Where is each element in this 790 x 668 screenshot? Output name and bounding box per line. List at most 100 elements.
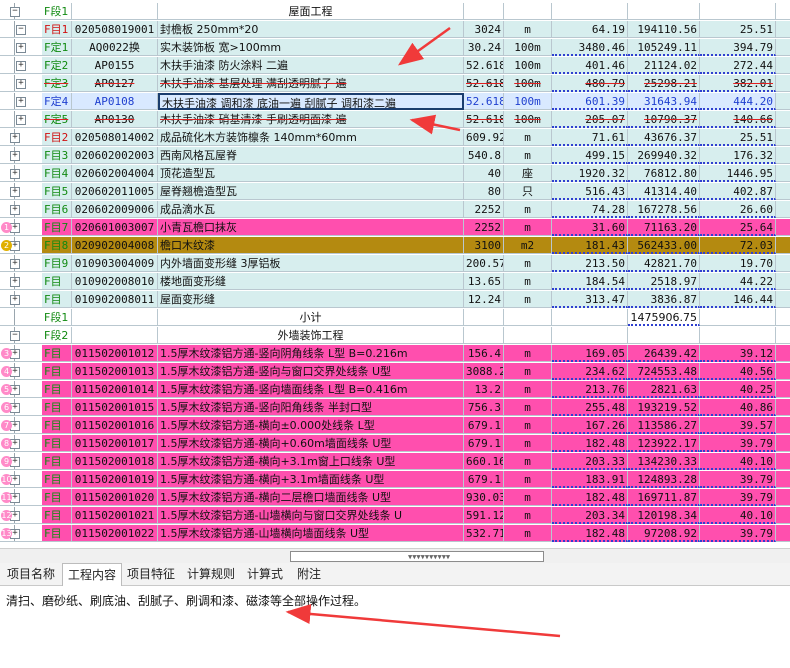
group-row[interactable]: − F段2 外墙装饰工程 xyxy=(0,327,790,345)
unit-cell[interactable]: m xyxy=(504,507,552,524)
table-row[interactable]: +10 F目 011502001019 1.5厚木纹漆铝方通-横向+3.1m墙面线条 … xyxy=(0,471,790,489)
total-cell[interactable]: 1475906.75 xyxy=(628,309,700,326)
expand-icon[interactable]: + xyxy=(10,133,20,143)
name-cell[interactable]: 1.5厚木纹漆铝方通-竖向与窗口交界处线条 U型 xyxy=(158,363,464,380)
type-cell[interactable]: F目8 xyxy=(42,237,72,254)
expand-icon[interactable]: + xyxy=(16,115,26,125)
unit-cell[interactable]: 100m xyxy=(504,57,552,74)
tree-toggle[interactable]: + xyxy=(0,147,42,164)
name-cell[interactable]: 楼地面变形缝 xyxy=(158,273,464,290)
unit-price-cell[interactable]: 401.46 xyxy=(552,57,628,74)
table-row[interactable]: +4 F目 011502001013 1.5厚木纹漆铝方通-竖向与窗口交界处线条 U型… xyxy=(0,363,790,381)
total-cell[interactable]: 269940.32 xyxy=(628,147,700,164)
code-cell[interactable]: 020602002003 xyxy=(72,147,158,164)
code-cell[interactable]: 011502001017 xyxy=(72,435,158,452)
unit-price-cell[interactable]: 64.19 xyxy=(552,21,628,38)
expand-icon[interactable]: + xyxy=(16,97,26,107)
unit-cell[interactable]: m xyxy=(504,381,552,398)
unit-price-cell[interactable]: 213.50 xyxy=(552,255,628,272)
code-cell[interactable]: 011502001021 xyxy=(72,507,158,524)
extra-cell[interactable]: 25.64 xyxy=(700,219,776,236)
collapse-icon[interactable]: − xyxy=(10,331,20,341)
table-row[interactable]: + F目4 020602004004 顶花造型瓦 40 座 1920.32 76812.80 1… xyxy=(0,165,790,183)
unit-price-cell[interactable]: 499.15 xyxy=(552,147,628,164)
extra-cell[interactable]: 40.10 xyxy=(700,453,776,470)
unit-cell[interactable]: 100m xyxy=(504,75,552,92)
quantity-cell[interactable]: 540.8 xyxy=(464,147,504,164)
type-cell[interactable]: F目9 xyxy=(42,255,72,272)
quantity-cell[interactable]: 52.618 xyxy=(464,111,504,128)
code-cell[interactable]: AP0108 xyxy=(72,93,158,110)
tree-toggle[interactable]: +2 xyxy=(0,237,42,254)
collapse-icon[interactable]: − xyxy=(10,7,20,17)
quantity-cell[interactable]: 679.1 xyxy=(464,435,504,452)
tree-toggle[interactable]: +7 xyxy=(0,417,42,434)
unit-price-cell[interactable]: 203.34 xyxy=(552,507,628,524)
unit-price-cell[interactable]: 313.47 xyxy=(552,291,628,308)
tree-toggle[interactable]: +5 xyxy=(0,381,42,398)
code-cell[interactable]: 011502001020 xyxy=(72,489,158,506)
tree-toggle[interactable]: +6 xyxy=(0,399,42,416)
extra-cell[interactable]: 39.79 xyxy=(700,489,776,506)
extra-cell[interactable] xyxy=(700,3,776,20)
quantity-cell[interactable]: 930.03 xyxy=(464,489,504,506)
tree-toggle[interactable]: + xyxy=(0,291,42,308)
quantity-cell[interactable]: 2252 xyxy=(464,201,504,218)
type-cell[interactable]: F目 xyxy=(42,435,72,452)
extra-cell[interactable]: 40.25 xyxy=(700,381,776,398)
total-cell[interactable]: 42821.70 xyxy=(628,255,700,272)
type-cell[interactable]: F段1 xyxy=(42,3,72,20)
tree-toggle[interactable]: + xyxy=(0,129,42,146)
group-row[interactable]: − F段1 屋面工程 xyxy=(0,3,790,21)
tree-toggle[interactable]: + xyxy=(0,183,42,200)
quantity-cell[interactable]: 200.57 xyxy=(464,255,504,272)
table-row[interactable]: + F目9 010903004009 内外墙面变形缝 3厚铝板 200.57 m 213.5… xyxy=(0,255,790,273)
quantity-cell[interactable]: 2252 xyxy=(464,219,504,236)
tree-toggle[interactable]: − xyxy=(0,327,42,344)
type-cell[interactable]: F定1 xyxy=(42,39,72,56)
expand-icon[interactable]: + xyxy=(10,151,20,161)
name-cell[interactable]: 小青瓦檐口抹灰 xyxy=(158,219,464,236)
quantity-cell[interactable]: 52.618 xyxy=(464,93,504,110)
unit-price-cell[interactable]: 167.26 xyxy=(552,417,628,434)
name-cell[interactable]: 屋面变形缝 xyxy=(158,291,464,308)
extra-cell[interactable]: 40.86 xyxy=(700,399,776,416)
tree-toggle[interactable]: − xyxy=(0,3,42,20)
total-cell[interactable]: 562433.00 xyxy=(628,237,700,254)
total-cell[interactable]: 3836.87 xyxy=(628,291,700,308)
table-row[interactable]: + F目 010902008011 屋面变形缝 12.24 m 313.47 3836.87 1… xyxy=(0,291,790,309)
tree-toggle[interactable]: + xyxy=(0,111,42,128)
unit-price-cell[interactable]: 182.48 xyxy=(552,489,628,506)
total-cell[interactable]: 134230.33 xyxy=(628,453,700,470)
tree-toggle[interactable]: +8 xyxy=(0,435,42,452)
quantity-cell[interactable]: 52.618 xyxy=(464,75,504,92)
quantity-cell[interactable]: 52.618 xyxy=(464,57,504,74)
total-cell[interactable]: 10790.37 xyxy=(628,111,700,128)
extra-cell[interactable]: 140.66 xyxy=(700,111,776,128)
code-cell[interactable] xyxy=(72,3,158,20)
unit-price-cell[interactable]: 255.48 xyxy=(552,399,628,416)
extra-cell[interactable]: 40.56 xyxy=(700,363,776,380)
unit-cell[interactable]: 座 xyxy=(504,165,552,182)
tree-toggle[interactable]: +4 xyxy=(0,363,42,380)
table-row[interactable]: + F目5 020602011005 屋脊翘檐造型瓦 80 只 516.43 41314.40… xyxy=(0,183,790,201)
tab-work-content[interactable]: 工程内容 xyxy=(62,563,122,586)
unit-cell[interactable]: m xyxy=(504,399,552,416)
unit-cell[interactable]: 100m xyxy=(504,93,552,110)
type-cell[interactable]: F目 xyxy=(42,399,72,416)
total-cell[interactable]: 2821.63 xyxy=(628,381,700,398)
unit-cell[interactable]: m xyxy=(504,201,552,218)
type-cell[interactable]: F定3 xyxy=(42,75,72,92)
extra-cell[interactable]: 39.79 xyxy=(700,471,776,488)
tree-toggle[interactable]: + xyxy=(0,93,42,110)
type-cell[interactable]: F目 xyxy=(42,345,72,362)
table-row[interactable]: + F定4 AP0108 木扶手油漆 调和漆 底油一遍 刮腻子 调和漆二遍 52.618… xyxy=(0,93,790,111)
unit-price-cell[interactable]: 480.79 xyxy=(552,75,628,92)
type-cell[interactable]: F目 xyxy=(42,453,72,470)
quantity-cell[interactable]: 591.12 xyxy=(464,507,504,524)
name-cell[interactable]: 木扶手油漆 硝基清漆 手刷透明面漆 遍 xyxy=(158,111,464,128)
name-cell[interactable]: 木扶手油漆 基层处理 满刮透明腻子 遍 xyxy=(158,75,464,92)
extra-cell[interactable]: 25.51 xyxy=(700,129,776,146)
expand-icon[interactable]: + xyxy=(10,169,20,179)
unit-price-cell[interactable] xyxy=(552,3,628,20)
